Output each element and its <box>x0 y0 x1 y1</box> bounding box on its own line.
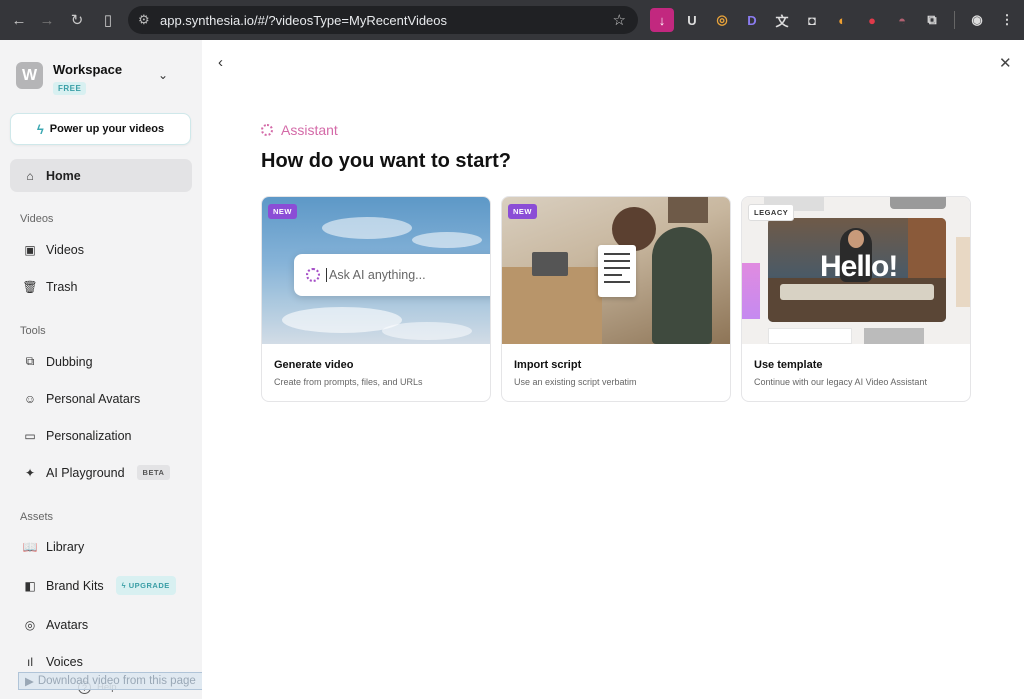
assistant-label: Assistant <box>261 122 338 138</box>
new-badge: NEW <box>268 204 297 219</box>
sidebar-item-label: Videos <box>46 242 84 257</box>
site-settings-icon[interactable]: ⚙ <box>138 12 160 28</box>
address-bar[interactable]: ⚙ app.synthesia.io/#/?videosType=MyRecen… <box>128 6 638 34</box>
kebab-menu-icon[interactable]: ⋮ <box>995 8 1019 32</box>
url-text: app.synthesia.io/#/?videosType=MyRecentV… <box>160 12 448 28</box>
translate-ext-icon[interactable]: 文 <box>770 8 794 32</box>
sidebar-item-dubbing[interactable]: ⧉ Dubbing <box>10 345 192 378</box>
camera-ext-icon[interactable]: ◘ <box>800 8 824 32</box>
sidebar: W Workspace FREE ⌄ ϟ Power up your video… <box>0 40 202 699</box>
sidebar-item-brand-kits[interactable]: ◧ Brand Kits ϟ UPGRADE <box>10 569 192 602</box>
card-title: Generate video <box>274 359 354 371</box>
legacy-badge: LEGACY <box>748 204 795 221</box>
back-arrow-icon[interactable]: ← <box>6 7 32 33</box>
chevron-down-icon[interactable]: ⌄ <box>158 68 168 82</box>
toolbar-divider <box>954 11 955 29</box>
workspace-switcher[interactable]: W Workspace FREE <box>16 62 122 96</box>
book-icon: 📖 <box>22 539 38 554</box>
download-ext-icon[interactable]: ↓ <box>650 8 674 32</box>
pin-ext-icon[interactable]: ● <box>860 8 884 32</box>
split-view-icon[interactable]: ▯ <box>95 7 121 33</box>
video-file-icon: ▣ <box>24 242 36 257</box>
palette-icon: ◧ <box>24 578 36 593</box>
browser-toolbar: ← → ↻ ▯ ⚙ app.synthesia.io/#/?videosType… <box>0 0 1024 40</box>
d-ext-icon[interactable]: D <box>740 8 764 32</box>
power-up-label: Power up your videos <box>49 123 165 135</box>
puzzle-icon[interactable]: ⧉ <box>920 8 944 32</box>
forward-arrow-icon[interactable]: → <box>34 7 60 33</box>
section-label-videos: Videos <box>20 213 54 225</box>
half-circle-ext-icon[interactable]: ◐ <box>830 8 854 32</box>
sidebar-item-videos[interactable]: ▣ Videos <box>10 233 192 266</box>
upgrade-badge[interactable]: ϟ UPGRADE <box>115 576 176 595</box>
ai-ring-icon <box>306 268 320 282</box>
main-panel: ‹ ✕ Assistant How do you want to start? … <box>202 40 1024 699</box>
section-label-assets: Assets <box>20 511 54 523</box>
sidebar-item-label: AI Playground <box>46 465 125 480</box>
dubbing-icon: ⧉ <box>25 354 35 368</box>
car-ext-icon[interactable]: ◓ <box>890 8 914 32</box>
sidebar-item-label: Avatars <box>46 617 89 632</box>
template-preview: Hello! <box>768 218 946 322</box>
document-icon <box>598 245 636 297</box>
ask-ai-placeholder: Ask AI anything... <box>329 268 426 282</box>
sidebar-item-label: Dubbing <box>46 354 93 369</box>
sidebar-item-personalization[interactable]: ▭ Personalization <box>10 419 192 452</box>
upgrade-label: UPGRADE <box>128 581 170 590</box>
reload-icon[interactable]: ↻ <box>64 7 90 33</box>
sparkle-icon: ✦ <box>24 465 36 480</box>
sidebar-item-personal-avatars[interactable]: ☺ Personal Avatars <box>10 382 192 415</box>
sidebar-item-home[interactable]: ⌂ Home <box>10 159 192 192</box>
page-title: How do you want to start? <box>261 150 511 172</box>
card-title: Import script <box>514 359 582 371</box>
bookmark-star-icon[interactable]: ☆ <box>613 11 626 29</box>
sidebar-item-label: Brand Kits <box>46 578 104 593</box>
sidebar-item-library[interactable]: 📖 Library <box>10 530 192 563</box>
lightning-icon: ϟ <box>36 121 44 137</box>
sidebar-item-label: Library <box>46 539 85 554</box>
section-label-tools: Tools <box>20 325 46 337</box>
workspace-name: Workspace <box>53 62 123 77</box>
card-description: Use an existing script verbatim <box>514 377 637 387</box>
office-thumbnail <box>502 197 730 344</box>
sidebar-item-label: Personal Avatars <box>46 391 141 406</box>
sidebar-item-label: Trash <box>46 279 78 294</box>
sidebar-item-label: Home <box>46 168 81 183</box>
assistant-text: Assistant <box>281 122 338 138</box>
audio-wave-icon: ıl <box>27 654 33 669</box>
plan-badge: FREE <box>53 82 87 95</box>
import-script-card[interactable]: NEW Import script Use an existing script… <box>501 196 731 402</box>
sidebar-item-avatars[interactable]: ◎ Avatars <box>10 608 192 641</box>
hello-text: Hello! <box>820 250 898 283</box>
use-template-card[interactable]: Hello! LEGACY Use template Continue with… <box>741 196 971 402</box>
home-icon: ⌂ <box>26 168 34 183</box>
generate-video-card[interactable]: Ask AI anything... NEW Generate video Cr… <box>261 196 491 402</box>
play-icon: ▶ <box>25 676 34 688</box>
new-badge: NEW <box>508 204 537 219</box>
sidebar-item-trash[interactable]: 🗑 Trash <box>10 270 192 303</box>
u-ext-icon[interactable]: U <box>680 8 704 32</box>
sidebar-item-label: Personalization <box>46 428 132 443</box>
close-icon[interactable]: ✕ <box>999 54 1012 72</box>
trash-icon: 🗑 <box>22 279 38 294</box>
ig-ext-icon[interactable]: ◎ <box>710 8 734 32</box>
avatar-circle-icon: ◎ <box>24 617 36 632</box>
power-up-button[interactable]: ϟ Power up your videos <box>10 113 191 145</box>
card-description: Continue with our legacy AI Video Assist… <box>754 377 927 387</box>
ask-ai-input[interactable]: Ask AI anything... <box>294 254 490 296</box>
profile-icon[interactable]: ◉ <box>965 8 989 32</box>
sky-thumbnail: Ask AI anything... <box>262 197 490 344</box>
sidebar-item-ai-playground[interactable]: ✦ AI Playground BETA <box>10 456 192 489</box>
sidebar-item-label: Voices <box>46 654 83 669</box>
download-text: Download video from this page <box>37 675 196 687</box>
card-title: Use template <box>754 359 823 371</box>
workspace-avatar: W <box>16 62 43 89</box>
assistant-ring-icon <box>261 124 273 136</box>
beta-badge: BETA <box>136 465 171 480</box>
person-icon: ☺ <box>23 391 37 406</box>
card-description: Create from prompts, files, and URLs <box>274 377 423 387</box>
camera-frame-icon: ▭ <box>24 428 36 443</box>
chevron-left-icon[interactable]: ‹ <box>218 54 223 71</box>
